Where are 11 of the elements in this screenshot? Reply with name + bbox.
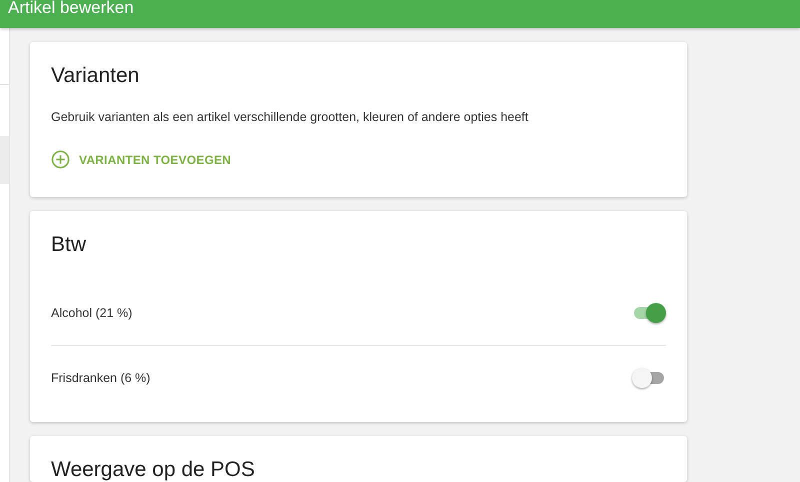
- plus-circle-icon: [51, 150, 70, 169]
- page-title: Artikel bewerken: [8, 0, 134, 18]
- card-title: Btw: [51, 232, 88, 257]
- toggle-switch[interactable]: [632, 367, 666, 389]
- card-description: Gebruik varianten als een artikel verschillende grootten, kleuren of andere opties heeft: [51, 110, 530, 124]
- card-title: Weergave op de POS: [51, 457, 256, 482]
- vat-rate-label: Frisdranken (6 %): [51, 371, 150, 385]
- toggle-switch[interactable]: [632, 302, 666, 324]
- card-title: Varianten: [51, 63, 140, 88]
- vat-rate-label: Alcohol (21 %): [51, 306, 132, 320]
- add-variants-button[interactable]: VARIANTEN TOEVOEGEN: [51, 150, 232, 169]
